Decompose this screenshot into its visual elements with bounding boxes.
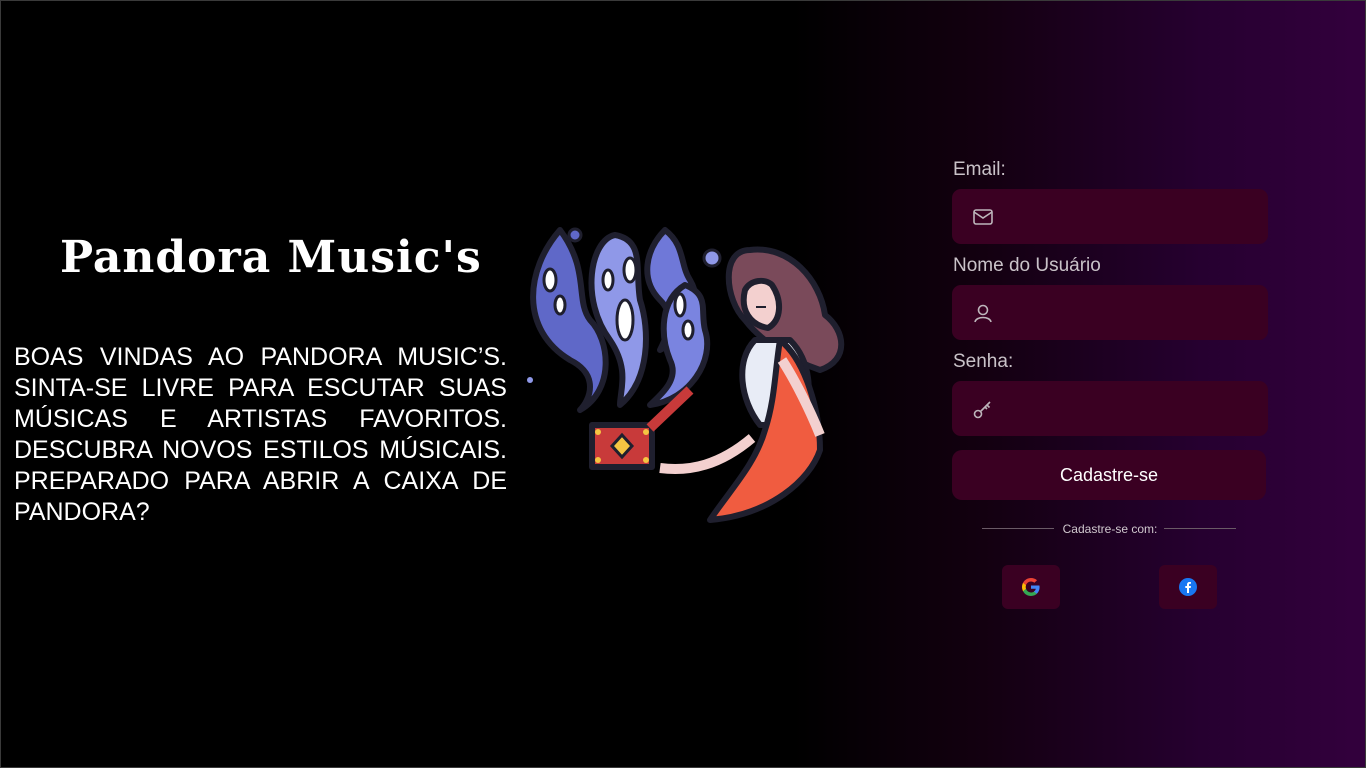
google-signup-button[interactable] xyxy=(1002,565,1060,609)
divider-line-right xyxy=(1164,528,1236,529)
password-field[interactable] xyxy=(1008,381,1258,438)
signup-form: Email: Nome do Usuário Senha: Cadastre-s… xyxy=(952,158,1268,536)
password-field-container xyxy=(952,381,1268,438)
google-icon xyxy=(1022,578,1040,596)
pandora-box-woman-illustration xyxy=(527,227,845,523)
email-label: Email: xyxy=(953,159,1006,180)
user-icon xyxy=(974,304,992,323)
password-label: Senha: xyxy=(953,351,1014,372)
facebook-icon xyxy=(1179,578,1197,596)
facebook-signup-button[interactable] xyxy=(1159,565,1217,609)
social-divider: Cadastre-se com: xyxy=(952,520,1268,536)
key-icon xyxy=(973,401,991,419)
username-label: Nome do Usuário xyxy=(953,255,1101,276)
welcome-text: BOAS VINDAS AO PANDORA MUSIC’S. SINTA-SE… xyxy=(14,343,507,526)
username-field[interactable] xyxy=(1008,285,1258,342)
envelope-icon xyxy=(973,209,993,225)
signup-button[interactable]: Cadastre-se xyxy=(952,450,1266,500)
brand-title: Pandora Music's xyxy=(60,232,482,283)
email-field-container xyxy=(952,189,1268,246)
social-caption: Cadastre-se com: xyxy=(1062,522,1158,536)
username-field-container xyxy=(952,285,1268,342)
divider-line-left xyxy=(982,528,1054,529)
email-field[interactable] xyxy=(1008,189,1258,246)
